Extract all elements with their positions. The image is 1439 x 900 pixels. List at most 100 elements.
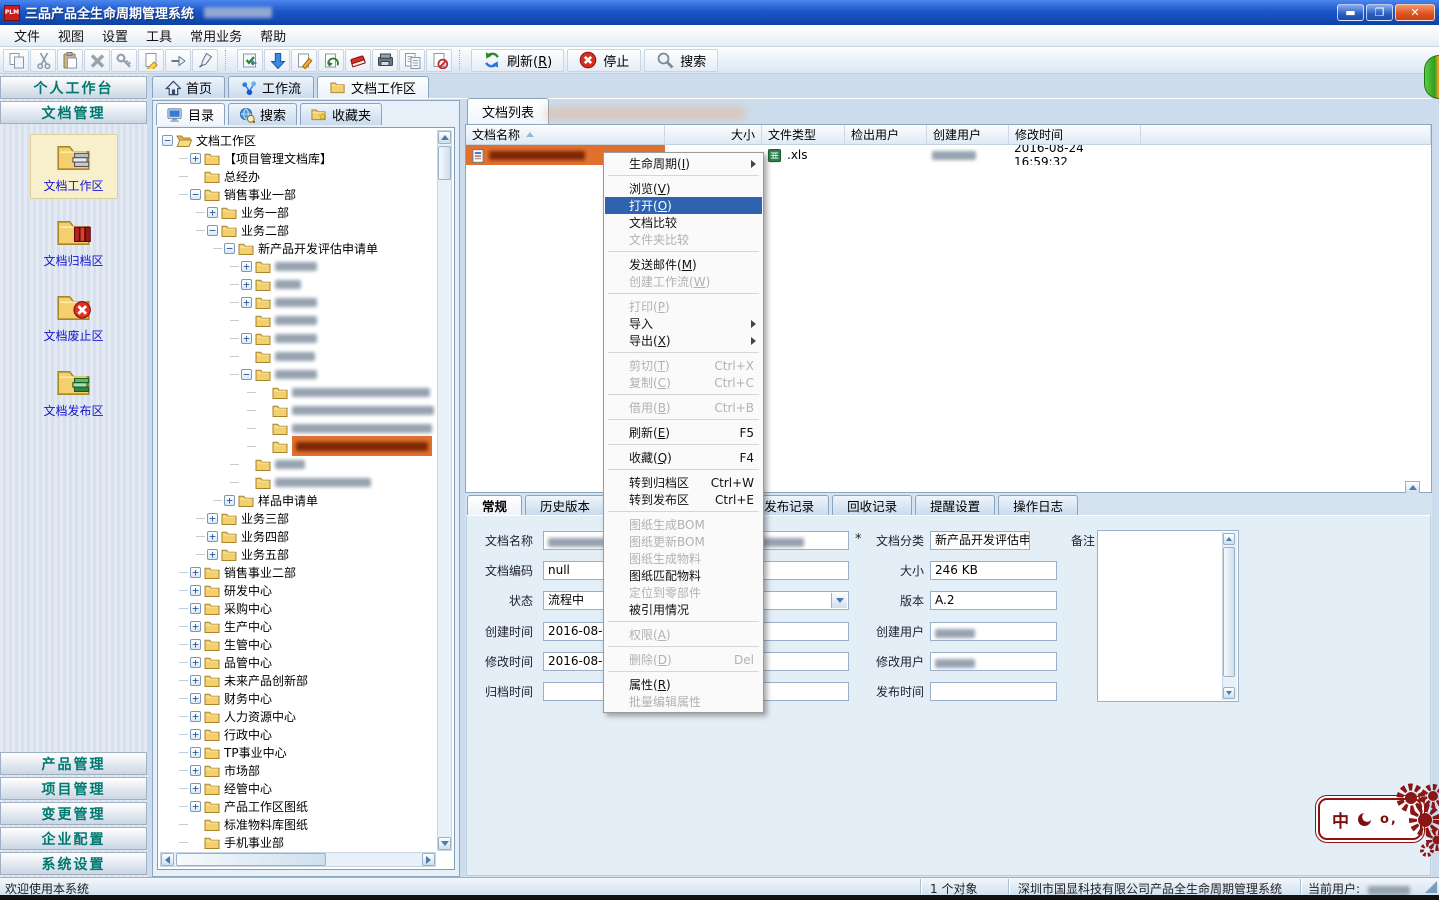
toolbar-button-delete[interactable] [84, 49, 110, 72]
expand-toggle-icon[interactable]: + [207, 531, 218, 542]
tree-item[interactable]: +生产中心 [160, 617, 436, 635]
tree-item[interactable]: +业务四部 [160, 527, 436, 545]
tree-item[interactable]: +未来产品创新部 [160, 671, 436, 689]
toolbar-button-package[interactable] [372, 49, 398, 72]
menubar-item-5[interactable]: 常用业务 [181, 24, 251, 47]
nav-tab-目录[interactable]: 目录 [156, 103, 225, 125]
tree-item[interactable]: +财务中心 [160, 689, 436, 707]
sidebar-section-变更管理[interactable]: 变更管理 [0, 802, 147, 825]
expand-toggle-icon[interactable]: + [207, 549, 218, 560]
column-header-创建用户[interactable]: 创建用户 [927, 125, 1009, 144]
tree-item[interactable]: −销售事业一部 [160, 185, 436, 203]
field-input-修改用户[interactable] [930, 652, 1057, 671]
toolbar-button-refresh[interactable]: 刷新(R) [471, 49, 564, 72]
tree-item[interactable]: +【项目管理文档库】 [160, 149, 436, 167]
expand-toggle-icon[interactable]: + [190, 603, 201, 614]
field-input-版本[interactable]: A.2 [930, 591, 1057, 610]
sidebar-item-文档归档区[interactable]: 文档归档区 [30, 209, 118, 274]
tree-item[interactable]: + [160, 329, 436, 347]
toolbar-button-search[interactable]: 搜索 [644, 49, 718, 72]
view-tab-首页[interactable]: 首页 [152, 76, 225, 98]
tree-item[interactable]: + [160, 293, 436, 311]
toolbar-button-undo-checkout[interactable] [318, 49, 344, 72]
column-header-文档名称[interactable]: 文档名称 [466, 125, 665, 144]
expand-toggle-icon[interactable]: + [190, 765, 201, 776]
collapse-toggle-icon[interactable]: − [241, 369, 252, 380]
menubar-item-2[interactable]: 视图 [49, 24, 93, 47]
tree-item[interactable] [160, 455, 436, 473]
column-header-检出用户[interactable]: 检出用户 [845, 125, 927, 144]
expand-toggle-icon[interactable]: + [224, 495, 235, 506]
edge-floating-widget[interactable] [1424, 55, 1439, 99]
menu-item-图纸匹配物料[interactable]: 图纸匹配物料 [605, 567, 762, 584]
toolbar-button-edit[interactable] [291, 49, 317, 72]
menu-item-文档比较[interactable]: 文档比较 [605, 214, 762, 231]
collapse-toggle-icon[interactable]: − [190, 189, 201, 200]
scroll-left-button[interactable] [161, 853, 174, 866]
detail-tab-操作日志[interactable]: 操作日志 [998, 495, 1078, 515]
tree-item[interactable]: 标准物料库图纸 [160, 815, 436, 833]
menu-item-生命周期(I)[interactable]: 生命周期(I) [605, 155, 762, 172]
expand-toggle-icon[interactable]: + [190, 657, 201, 668]
tree-item[interactable]: +经管中心 [160, 779, 436, 797]
toolbar-button-check-out[interactable] [264, 49, 290, 72]
detail-tab-常规[interactable]: 常规 [467, 495, 522, 515]
ime-fullwidth-icon[interactable] [1358, 813, 1371, 826]
sidebar-section-产品管理[interactable]: 产品管理 [0, 752, 147, 775]
expand-toggle-icon[interactable]: + [207, 207, 218, 218]
scroll-thumb[interactable] [438, 146, 451, 180]
field-input-创建用户[interactable] [930, 622, 1057, 641]
menubar-item-6[interactable]: 帮助 [251, 24, 295, 47]
expand-toggle-icon[interactable]: + [190, 153, 201, 164]
toolbar-button-new-doc[interactable] [138, 49, 164, 72]
detail-tab-回收记录[interactable]: 回收记录 [832, 495, 912, 515]
tree-item[interactable]: +人力资源中心 [160, 707, 436, 725]
menu-item-发送邮件(M)[interactable]: 发送邮件(M) [605, 256, 762, 273]
scroll-thumb[interactable] [1223, 547, 1235, 677]
expand-toggle-icon[interactable]: + [241, 333, 252, 344]
tree-item[interactable] [160, 437, 436, 455]
menu-item-被引用情况[interactable]: 被引用情况 [605, 601, 762, 618]
field-input-大小[interactable]: 246 KB [930, 561, 1057, 580]
tree-item[interactable]: +品管中心 [160, 653, 436, 671]
collapse-toggle-icon[interactable]: − [207, 225, 218, 236]
tree-item[interactable] [160, 419, 436, 437]
dropdown-button[interactable] [831, 593, 847, 608]
minimize-button[interactable]: ▬ [1337, 4, 1364, 21]
scroll-right-button[interactable] [422, 853, 435, 866]
tree-item[interactable]: +生管中心 [160, 635, 436, 653]
scroll-up-button[interactable] [438, 131, 451, 144]
menu-item-导出(X)[interactable]: 导出(X) [605, 332, 762, 349]
toolbar-button-forbid[interactable] [426, 49, 452, 72]
tree-item[interactable]: 手机事业部 [160, 833, 436, 851]
menu-item-转到发布区[interactable]: 转到发布区Ctrl+E [605, 491, 762, 508]
expand-toggle-icon[interactable]: + [190, 585, 201, 596]
tree-horizontal-scrollbar[interactable] [160, 852, 436, 867]
tree-item[interactable]: 总经办 [160, 167, 436, 185]
tree-item[interactable]: +业务五部 [160, 545, 436, 563]
scroll-down-button[interactable] [438, 837, 451, 850]
tree-item[interactable]: +业务一部 [160, 203, 436, 221]
menubar-item-3[interactable]: 设置 [93, 24, 137, 47]
view-tab-文档工作区[interactable]: 文档工作区 [317, 76, 429, 98]
expand-toggle-icon[interactable]: + [190, 711, 201, 722]
tree-item[interactable]: +样品申请单 [160, 491, 436, 509]
column-header-大小[interactable]: 大小 [665, 125, 762, 144]
toolbar-button-point[interactable] [165, 49, 191, 72]
tree-item[interactable] [160, 401, 436, 419]
tree-item[interactable]: +业务三部 [160, 509, 436, 527]
toolbar-button-stop[interactable]: 停止 [567, 49, 641, 72]
restore-button[interactable]: ❐ [1366, 4, 1393, 21]
view-tab-工作流[interactable]: 工作流 [228, 76, 314, 98]
toolbar-button-cut[interactable] [30, 49, 56, 72]
tree-item[interactable]: +产品工作区图纸 [160, 797, 436, 815]
sidebar-section-1[interactable]: 个人工作台 [0, 76, 147, 99]
tree-item[interactable] [160, 311, 436, 329]
tree-item[interactable]: +销售事业二部 [160, 563, 436, 581]
detail-tab-提醒设置[interactable]: 提醒设置 [915, 495, 995, 515]
toolbar-button-check-in[interactable] [237, 49, 263, 72]
scroll-down-button[interactable] [1223, 687, 1235, 699]
nav-tab-搜索[interactable]: 搜索 [228, 103, 297, 125]
expand-toggle-icon[interactable]: + [241, 297, 252, 308]
toolbar-button-report[interactable] [399, 49, 425, 72]
